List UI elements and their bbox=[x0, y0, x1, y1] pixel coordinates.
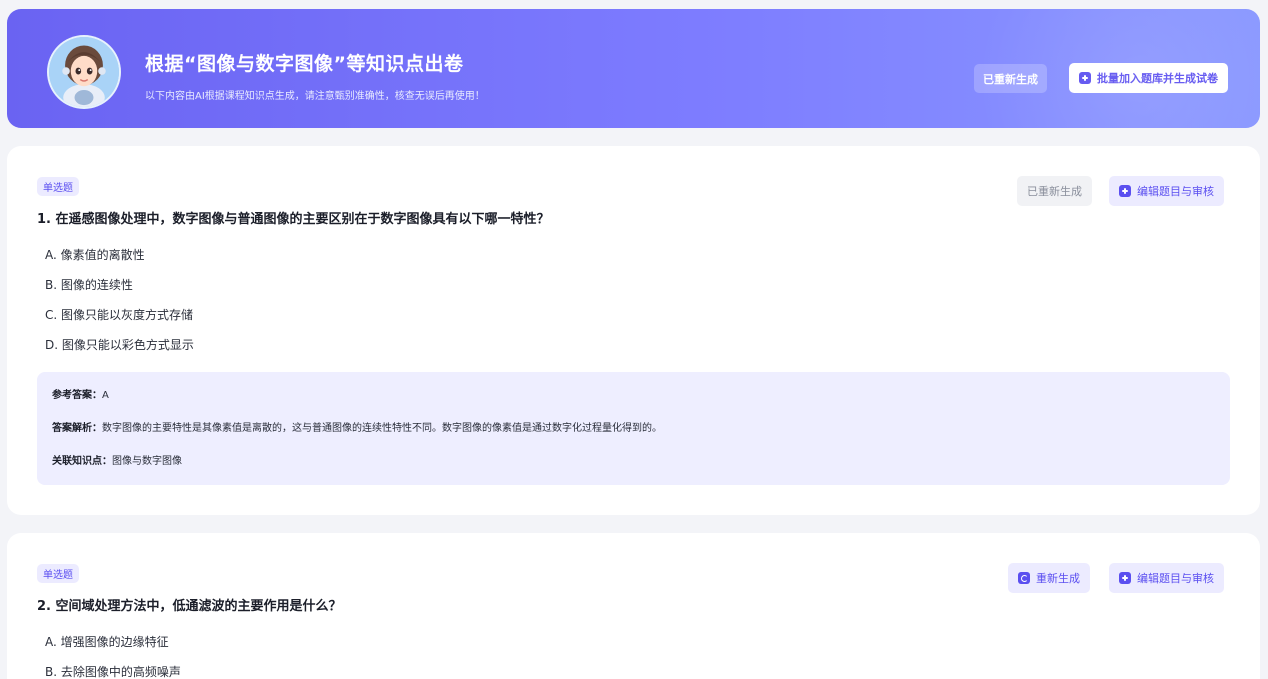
answer-analysis: 答案解析：数字图像的主要特性是其像素值是离散的，这与普通图像的连续性特性不同。数… bbox=[52, 422, 1215, 455]
avatar-robot-girl-icon bbox=[49, 37, 119, 107]
page-subtitle: 以下内容由AI根据课程知识点生成，请注意甄别准确性，核查无误后再使用！ bbox=[145, 91, 485, 102]
ai-avatar bbox=[47, 35, 121, 109]
related-knowledge-value: 图像与数字图像 bbox=[112, 456, 182, 467]
options-list: A. 像素值的离散性 B. 图像的连续性 C. 图像只能以灰度方式存储 D. 图… bbox=[45, 246, 194, 366]
related-knowledge-key: 关联知识点： bbox=[52, 456, 112, 467]
reference-answer-key: 参考答案： bbox=[52, 390, 102, 401]
header-banner: 根据“图像与数字图像”等知识点出卷 以下内容由AI根据课程知识点生成，请注意甄别… bbox=[7, 9, 1260, 128]
question-title: 1. 在遥感图像处理中，数字图像与普通图像的主要区别在于数字图像具有以下哪一特性… bbox=[37, 212, 550, 227]
related-knowledge: 关联知识点：图像与数字图像 bbox=[52, 455, 1215, 488]
question-type-tag: 单选题 bbox=[37, 177, 79, 196]
batch-add-button[interactable]: 批量加入题库并生成试卷 bbox=[1069, 63, 1228, 93]
edit-review-label: 编辑题目与审核 bbox=[1137, 185, 1214, 198]
option-c[interactable]: C. 图像只能以灰度方式存储 bbox=[45, 306, 194, 336]
options-list: A. 增强图像的边缘特征 B. 去除图像中的高频噪声 bbox=[45, 633, 181, 679]
answer-analysis-value: 数字图像的主要特性是其像素值是离散的，这与普通图像的连续性特性不同。数字图像的像… bbox=[102, 423, 662, 434]
option-b[interactable]: B. 去除图像中的高频噪声 bbox=[45, 663, 181, 679]
regenerate-label: 重新生成 bbox=[1036, 572, 1080, 585]
option-a[interactable]: A. 增强图像的边缘特征 bbox=[45, 633, 181, 663]
regenerated-button[interactable]: 已重新生成 bbox=[1017, 176, 1092, 206]
plus-icon bbox=[1119, 572, 1131, 584]
option-b[interactable]: B. 图像的连续性 bbox=[45, 276, 194, 306]
question-type-tag: 单选题 bbox=[37, 564, 79, 583]
edit-review-label: 编辑题目与审核 bbox=[1137, 572, 1214, 585]
refresh-icon bbox=[1018, 572, 1030, 584]
question-card: 单选题 1. 在遥感图像处理中，数字图像与普通图像的主要区别在于数字图像具有以下… bbox=[7, 146, 1260, 515]
plus-icon bbox=[1079, 72, 1091, 84]
regenerated-status-button[interactable]: 已重新生成 bbox=[974, 64, 1047, 93]
option-d[interactable]: D. 图像只能以彩色方式显示 bbox=[45, 336, 194, 366]
question-card: 单选题 2. 空间域处理方法中，低通滤波的主要作用是什么？ 重新生成 编辑题目与… bbox=[7, 533, 1260, 679]
option-a[interactable]: A. 像素值的离散性 bbox=[45, 246, 194, 276]
regenerate-button[interactable]: 重新生成 bbox=[1008, 563, 1090, 593]
answer-analysis-key: 答案解析： bbox=[52, 423, 102, 434]
edit-review-button[interactable]: 编辑题目与审核 bbox=[1109, 176, 1224, 206]
plus-icon bbox=[1119, 185, 1131, 197]
page-title: 根据“图像与数字图像”等知识点出卷 bbox=[145, 53, 464, 75]
reference-answer: 参考答案：A bbox=[52, 389, 1215, 422]
edit-review-button[interactable]: 编辑题目与审核 bbox=[1109, 563, 1224, 593]
question-title: 2. 空间域处理方法中，低通滤波的主要作用是什么？ bbox=[37, 599, 342, 614]
reference-answer-value: A bbox=[102, 390, 109, 401]
batch-add-label: 批量加入题库并生成试卷 bbox=[1097, 72, 1218, 85]
answer-box: 参考答案：A 答案解析：数字图像的主要特性是其像素值是离散的，这与普通图像的连续… bbox=[37, 372, 1230, 485]
